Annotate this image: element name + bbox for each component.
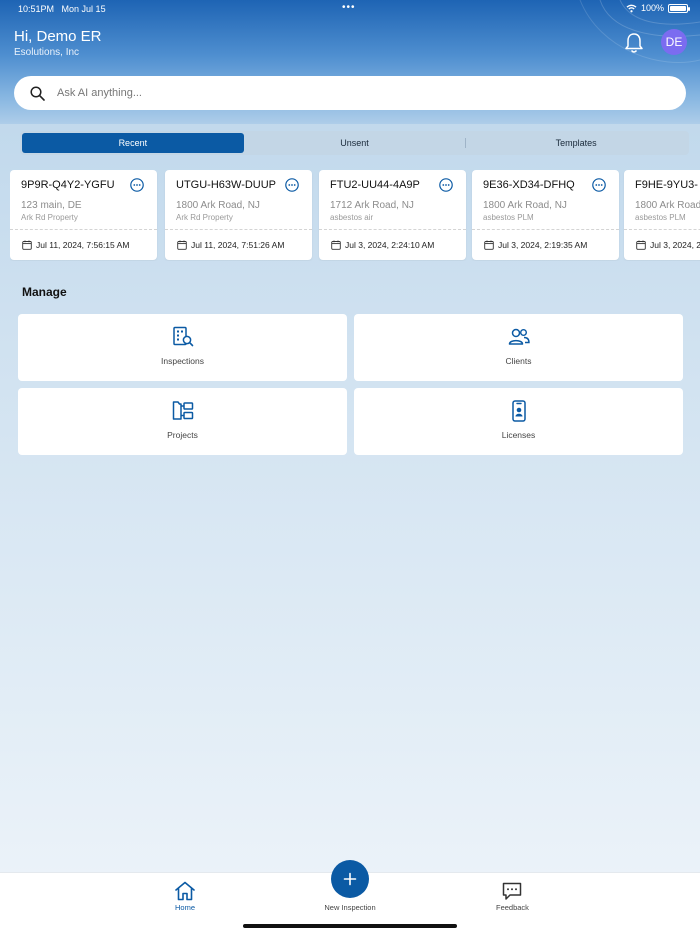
card-divider (472, 229, 619, 230)
manage-title: Manage (22, 285, 67, 299)
inspection-description: asbestos PLM (483, 213, 534, 222)
folder-tree-icon (172, 401, 193, 420)
card-divider (10, 229, 157, 230)
status-date: Mon Jul 15 (61, 4, 106, 14)
battery-icon (668, 3, 690, 13)
users-icon (508, 328, 530, 345)
more-options-icon[interactable] (130, 178, 144, 192)
inspection-address: 1800 Ark Road, NJ (635, 200, 700, 211)
tab-unsent[interactable]: Unsent (244, 133, 466, 153)
inspection-description: Ark Rd Property (176, 213, 233, 222)
tile-licenses[interactable]: Licenses (354, 388, 683, 455)
tile-inspections[interactable]: Inspections (18, 314, 347, 381)
nav-label-home: Home (174, 903, 195, 912)
calendar-icon (484, 240, 494, 250)
card-divider (624, 229, 700, 230)
recent-card[interactable]: F9HE-9YU3- 1800 Ark Road, NJ asbestos PL… (624, 170, 700, 260)
inspection-code: FTU2-UU44-4A9P (330, 179, 420, 191)
tile-label: Licenses (501, 430, 536, 440)
inspection-code: UTGU-H63W-DUUP (176, 179, 277, 191)
inspection-code: 9P9R-Q4Y2-YGFU (21, 179, 115, 191)
home-icon (175, 881, 195, 901)
card-divider (165, 229, 312, 230)
inspection-date: Jul 3, 2024, 2:16: (650, 240, 700, 250)
tile-label: Projects (167, 430, 198, 440)
new-inspection-button[interactable] (331, 860, 369, 898)
inspection-date: Jul 11, 2024, 7:51:26 AM (191, 240, 285, 250)
tab-recent[interactable]: Recent (22, 133, 244, 153)
search-icon (30, 85, 45, 101)
inspection-description: asbestos air (330, 213, 374, 222)
ask-ai-input[interactable] (57, 87, 617, 99)
greeting: Hi, Demo ER (14, 28, 102, 45)
nav-label-feedback: Feedback (496, 903, 529, 912)
calendar-icon (636, 240, 646, 250)
avatar[interactable]: DE (661, 29, 687, 55)
status-bar: 10:51PM Mon Jul 15 ••• 100% (0, 0, 700, 18)
tab-divider (465, 138, 467, 148)
home-indicator (243, 924, 457, 928)
inspection-description: Ark Rd Property (21, 213, 78, 222)
inspection-date: Jul 3, 2024, 2:24:10 AM (345, 240, 435, 250)
inspection-date: Jul 11, 2024, 7:56:15 AM (36, 240, 130, 250)
more-options-icon[interactable] (592, 178, 606, 192)
status-time: 10:51PM (18, 4, 55, 14)
inspection-date: Jul 3, 2024, 2:19:35 AM (498, 240, 588, 250)
inspection-code: F9HE-9YU3- (635, 179, 698, 191)
multitask-dots-icon[interactable]: ••• (342, 2, 356, 13)
new-inspection-label: New Inspection (324, 903, 376, 912)
tile-clients[interactable]: Clients (354, 314, 683, 381)
wifi-icon (626, 4, 637, 12)
building-search-icon (172, 326, 193, 347)
inspection-description: asbestos PLM (635, 213, 686, 222)
recent-cards-scroller[interactable]: 9P9R-Q4Y2-YGFU 123 main, DE Ark Rd Prope… (10, 170, 700, 261)
nav-home[interactable]: Home (174, 881, 196, 912)
tile-label: Inspections (161, 356, 204, 366)
inspection-address: 1712 Ark Road, NJ (330, 200, 414, 211)
feedback-chat-icon (503, 882, 522, 900)
notification-bell-icon[interactable] (624, 32, 644, 54)
recent-card[interactable]: 9P9R-Q4Y2-YGFU 123 main, DE Ark Rd Prope… (10, 170, 157, 260)
calendar-icon (331, 240, 341, 250)
id-badge-icon (511, 400, 526, 422)
tile-label: Clients (505, 356, 532, 366)
inspection-address: 1800 Ark Road, NJ (176, 200, 260, 211)
calendar-icon (177, 240, 187, 250)
segmented-tabs: Recent Unsent Templates (20, 131, 689, 155)
header: 10:51PM Mon Jul 15 ••• 100% Hi, Demo ER … (0, 0, 700, 124)
calendar-icon (22, 240, 32, 250)
plus-icon (343, 872, 357, 886)
inspection-address: 123 main, DE (21, 200, 82, 211)
ask-ai-search-bar[interactable] (14, 76, 686, 110)
tab-templates[interactable]: Templates (465, 133, 687, 153)
battery-percent: 100% (640, 3, 664, 13)
inspection-code: 9E36-XD34-DFHQ (483, 179, 575, 191)
company-name: Esolutions, Inc (14, 47, 80, 58)
inspection-address: 1800 Ark Road, NJ (483, 200, 567, 211)
recent-card[interactable]: 9E36-XD34-DFHQ 1800 Ark Road, NJ asbesto… (472, 170, 619, 260)
tile-projects[interactable]: Projects (18, 388, 347, 455)
nav-feedback[interactable]: Feedback (496, 881, 529, 912)
more-options-icon[interactable] (285, 178, 299, 192)
more-options-icon[interactable] (439, 178, 453, 192)
card-divider (319, 229, 466, 230)
recent-card[interactable]: FTU2-UU44-4A9P 1712 Ark Road, NJ asbesto… (319, 170, 466, 260)
recent-card[interactable]: UTGU-H63W-DUUP 1800 Ark Road, NJ Ark Rd … (165, 170, 312, 260)
